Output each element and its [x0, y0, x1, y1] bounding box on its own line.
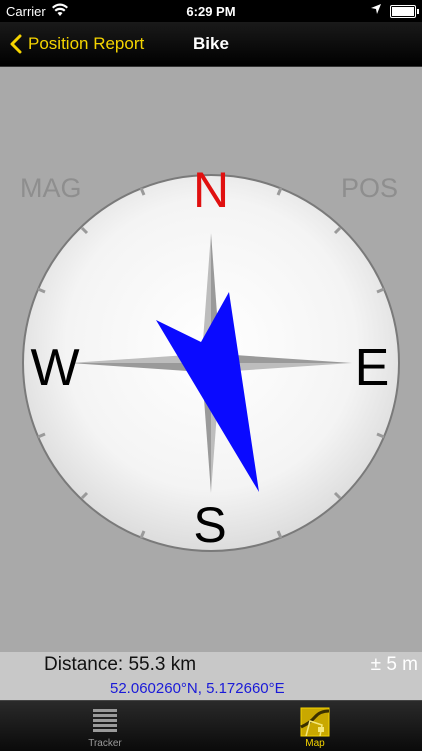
distance-readout: Distance: 55.3 km	[44, 654, 197, 675]
status-time: 6:29 PM	[186, 4, 236, 19]
tab-tracker[interactable]: Tracker	[60, 701, 150, 751]
location-arrow-icon	[370, 3, 382, 18]
map-icon	[300, 707, 330, 737]
north-label: N	[193, 162, 229, 218]
status-bar: Carrier 6:29 PM	[0, 0, 422, 22]
list-icon	[93, 709, 117, 732]
west-label: W	[30, 339, 79, 397]
compass-view: MAG POS N S W E	[0, 67, 422, 652]
page-title-text: Bike	[193, 34, 229, 53]
compass-dial: N S W E	[22, 162, 400, 553]
tab-bar: Tracker Map	[0, 700, 422, 751]
south-label: S	[193, 497, 226, 553]
battery-icon	[390, 5, 419, 18]
navigation-bar: Position Report Bike	[0, 22, 422, 67]
page-title: Bike	[0, 34, 422, 54]
coordinates-readout: 52.060260°N, 5.172660°E	[110, 680, 285, 697]
tab-map[interactable]: Map	[270, 701, 360, 751]
accuracy-readout: ± 5 m	[370, 654, 418, 675]
position-info-bar: Distance: 55.3 km ± 5 m 52.060260°N, 5.1…	[0, 652, 422, 700]
tab-map-label: Map	[305, 738, 325, 749]
tab-tracker-label: Tracker	[88, 738, 122, 749]
east-label: E	[355, 339, 390, 397]
